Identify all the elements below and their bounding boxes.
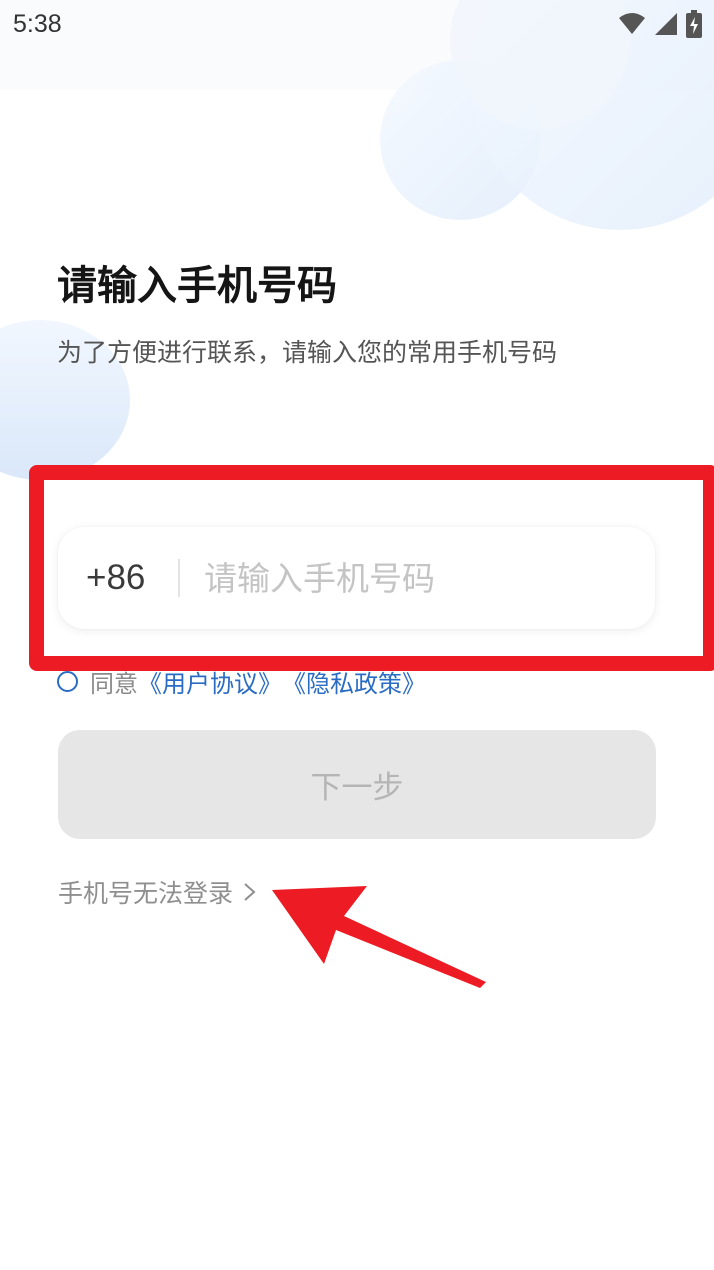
agreement-row: 同意 《用户协议》 《隐私政策》	[57, 662, 426, 700]
phone-number-field[interactable]: +86	[58, 527, 655, 629]
field-divider	[178, 559, 180, 597]
annotation-arrow-icon	[272, 886, 486, 988]
agreement-radio[interactable]	[57, 670, 78, 692]
status-time: 5:38	[13, 10, 62, 38]
status-icons	[618, 8, 702, 40]
wifi-icon	[619, 13, 645, 34]
chevron-right-icon	[244, 883, 256, 901]
privacy-policy-link[interactable]: 《隐私政策》	[282, 664, 426, 699]
country-code[interactable]: +86	[86, 527, 145, 629]
signal-icon	[655, 13, 677, 35]
page-subtitle: 为了方便进行联系，请输入您的常用手机号码	[57, 338, 558, 367]
page-title: 请输入手机号码	[57, 263, 337, 309]
status-bar: 5:38	[0, 0, 714, 48]
battery-charging-icon	[686, 10, 702, 38]
user-agreement-link[interactable]: 《用户协议》	[138, 664, 282, 699]
next-step-button[interactable]: 下一步	[58, 730, 656, 839]
cannot-login-label: 手机号无法登录	[58, 879, 234, 908]
phone-number-input[interactable]	[204, 527, 634, 629]
cannot-login-link[interactable]: 手机号无法登录	[58, 872, 261, 912]
agreement-prefix: 同意	[90, 669, 138, 698]
